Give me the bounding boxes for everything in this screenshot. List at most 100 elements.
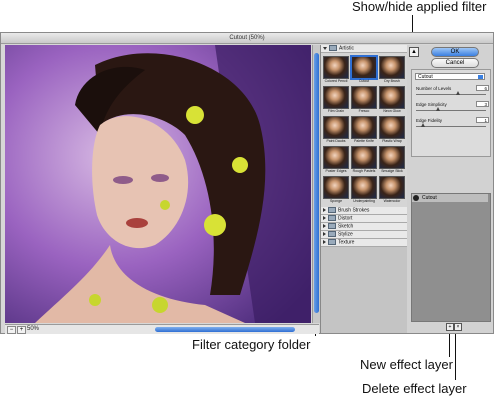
filter-thumbnail[interactable]: Rough Pastels [351, 146, 377, 174]
category-texture[interactable]: Texture [321, 239, 407, 247]
cancel-button[interactable]: Cancel [431, 58, 479, 68]
slider-knob[interactable] [421, 123, 425, 127]
param-edge-simplicity: Edge Simplicity 3 [416, 101, 489, 111]
horizontal-scroll-thumb[interactable] [155, 327, 295, 332]
filter-thumbnail-label: Palette Knife [354, 139, 374, 143]
filter-preview-image [351, 176, 377, 199]
filter-thumbnail[interactable]: Colored Pencil [323, 56, 349, 84]
filter-preview-image [351, 56, 377, 79]
filter-preview-image [351, 116, 377, 139]
category-label: Brush Strokes [338, 207, 370, 214]
filter-thumbnail[interactable]: Smudge Stick [379, 146, 405, 174]
show-hide-filter-toggle[interactable]: ▲ [409, 47, 419, 57]
preview-zoom-bar: − + 50% [5, 324, 319, 334]
expand-triangle-icon[interactable] [323, 216, 326, 220]
param-slider[interactable] [416, 94, 486, 95]
slider-knob[interactable] [456, 91, 460, 95]
filter-thumbnail-label: Dry Brush [384, 79, 400, 83]
category-label: Texture [338, 239, 355, 246]
filter-preview-image [323, 176, 349, 199]
filter-thumbnail[interactable]: Underpainting [351, 176, 377, 204]
filter-thumbnail[interactable]: Neon Glow [379, 86, 405, 114]
expand-triangle-icon[interactable] [323, 224, 326, 228]
filter-thumbnail[interactable]: Poster Edges [323, 146, 349, 174]
preview-canvas[interactable] [5, 45, 311, 323]
slider-knob[interactable] [436, 107, 440, 111]
folder-icon [328, 239, 336, 245]
folder-icon [329, 45, 337, 51]
param-edge-fidelity: Edge Fidelity 1 [416, 117, 489, 127]
effect-layer-cutout[interactable]: Cutout [412, 194, 488, 202]
delete-effect-layer-button[interactable]: × [454, 323, 462, 331]
filter-thumbnail-label: Colored Pencil [324, 79, 348, 83]
zoom-out-button[interactable]: − [7, 326, 16, 334]
category-label: Distort [338, 215, 353, 222]
filter-thumbnail-label: Plastic Wrap [382, 139, 402, 143]
expand-triangle-icon[interactable] [323, 46, 327, 50]
new-effect-layer-button[interactable]: + [446, 323, 454, 331]
folder-icon [328, 215, 336, 221]
category-sketch[interactable]: Sketch [321, 223, 407, 231]
callout-filter-category: Filter category folder [192, 337, 311, 352]
filter-thumbnail[interactable]: Cutout [351, 56, 377, 84]
filter-thumbnail[interactable]: Watercolor [379, 176, 405, 204]
zoom-level[interactable]: 50% [27, 325, 39, 333]
filter-thumbnail-grid: Colored Pencil Cutout Dry Brush Film Grain F… [321, 53, 407, 207]
param-slider[interactable] [416, 126, 486, 127]
callout-delete-effect: Delete effect layer [362, 381, 467, 396]
param-label: Edge Simplicity [416, 102, 447, 107]
filter-preview-image [379, 176, 405, 199]
filter-thumbnail[interactable]: Fresco [351, 86, 377, 114]
filter-thumbnail-label: Paint Daubs [326, 139, 346, 143]
filter-preview-image [323, 146, 349, 169]
folder-icon [328, 223, 336, 229]
layer-label: Cutout [422, 195, 437, 201]
filter-thumbnail[interactable]: Plastic Wrap [379, 116, 405, 144]
eye-icon[interactable] [413, 195, 419, 201]
filter-select[interactable]: Cutout [415, 73, 485, 80]
param-value-input[interactable]: 6 [476, 85, 489, 91]
expand-triangle-icon[interactable] [323, 232, 326, 236]
vertical-scroll-thumb[interactable] [314, 53, 319, 313]
callout-new-effect: New effect layer [360, 357, 453, 372]
category-brush-strokes[interactable]: Brush Strokes [321, 207, 407, 215]
preview-vertical-scrollbar[interactable] [312, 45, 320, 323]
param-value-input[interactable]: 1 [476, 117, 489, 123]
param-label: Edge Fidelity [416, 118, 443, 123]
filter-preview-image [379, 56, 405, 79]
filter-thumbnail-label: Fresco [358, 109, 370, 113]
filter-preview-image [323, 56, 349, 79]
filter-thumbnail-label: Poster Edges [325, 169, 347, 173]
category-label: Artistic [339, 45, 354, 52]
filter-thumbnail[interactable]: Sponge [323, 176, 349, 204]
category-label: Sketch [338, 223, 354, 230]
zoom-in-button[interactable]: + [17, 326, 26, 334]
param-value-input[interactable]: 3 [476, 101, 489, 107]
category-distort[interactable]: Distort [321, 215, 407, 223]
filter-preview-image [379, 116, 405, 139]
filter-thumbnail[interactable]: Dry Brush [379, 56, 405, 84]
filter-preview-image [379, 146, 405, 169]
param-slider[interactable] [416, 110, 486, 111]
ok-button[interactable]: OK [431, 47, 479, 57]
filter-thumbnail-label: Smudge Stick [381, 169, 403, 173]
filter-settings: Cutout Number of Levels 6 Edge Simplicit… [411, 69, 491, 157]
collapsed-categories: Brush Strokes Distort Sketch Stylize Texture [321, 207, 407, 247]
expand-triangle-icon[interactable] [323, 208, 326, 212]
callout-show-hide: Show/hide applied filter [352, 0, 487, 14]
param-label: Number of Levels [416, 86, 452, 91]
filter-preview-image [323, 86, 349, 109]
filter-gallery-window: Cutout (50%) − + 50% Artistic Colored Pe… [0, 32, 494, 334]
category-artistic[interactable]: Artistic [321, 45, 407, 53]
filter-preview-image [351, 146, 377, 169]
filter-thumbnail[interactable]: Paint Daubs [323, 116, 349, 144]
category-stylize[interactable]: Stylize [321, 231, 407, 239]
category-label: Stylize [338, 231, 353, 238]
filter-thumbnail[interactable]: Palette Knife [351, 116, 377, 144]
expand-triangle-icon[interactable] [323, 240, 326, 244]
leader-new-effect [449, 330, 450, 357]
leader-delete-effect [455, 330, 456, 380]
filter-thumbnail[interactable]: Film Grain [323, 86, 349, 114]
filter-thumbnail-label: Cutout [358, 79, 370, 83]
filter-preview-image [323, 116, 349, 139]
